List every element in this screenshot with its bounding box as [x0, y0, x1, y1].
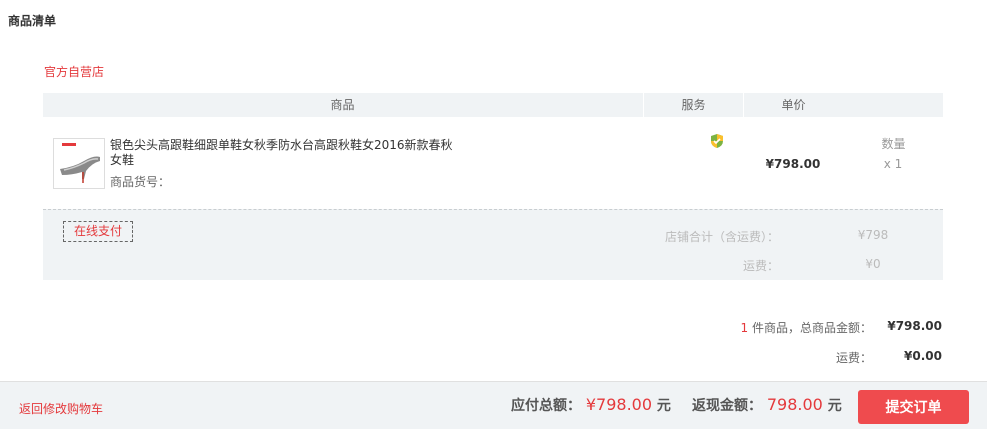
payable-label: 应付总额： [511, 398, 581, 414]
header-service: 服务 [643, 93, 743, 117]
cashback-label: 返现金额： [692, 398, 762, 414]
back-to-cart-link[interactable]: 返回修改购物车 [19, 400, 103, 417]
store-shipping-value: ¥0 [865, 257, 881, 271]
header-goods: 商品 [330, 98, 355, 112]
order-confirm-page: 商品清单 官方自营店 商品 服务 单价 数量 银色尖头高跟鞋细跟单鞋女秋季防水台… [0, 0, 987, 429]
payable-amount: ¥798.00 [585, 395, 653, 414]
quantity: x 1 [883, 157, 903, 171]
store-subtotal-label: 店铺合计（含运费）： [664, 230, 779, 244]
shield-icon[interactable] [709, 133, 725, 149]
store-name[interactable]: 官方自营店 [44, 63, 104, 80]
submit-order-button[interactable]: 提交订单 [858, 390, 969, 424]
bottom-bar: 返回修改购物车 应付总额： ¥798.00 元 返现金额： 798.00 元 提… [0, 381, 987, 429]
summary-count-line: 1 件商品，总商品金额： [741, 319, 872, 336]
header-price: 单价 [743, 93, 843, 117]
pay-method-button[interactable]: 在线支付 [63, 221, 134, 242]
cashback-total: 返现金额： 798.00 元 [692, 395, 842, 415]
product-title[interactable]: 银色尖头高跟鞋细跟单鞋女秋季防水台高跟秋鞋女2016新款春秋女鞋 [110, 138, 460, 168]
section-title: 商品清单 [8, 14, 57, 28]
item-count-suffix: 件商品，总商品金额： [748, 321, 872, 335]
store-shipping-label: 运费： [742, 259, 779, 273]
product-thumbnail[interactable] [53, 138, 105, 189]
store-footer: 在线支付 店铺合计（含运费）： ¥798 运费： ¥0 [43, 209, 943, 280]
unit-price: ¥798.00 [765, 157, 821, 171]
summary-shipping-value: ¥0.00 [904, 349, 942, 363]
summary-total-value: ¥798.00 [887, 319, 942, 333]
store-subtotal-value: ¥798 [857, 228, 889, 242]
cashback-amount: 798.00 [766, 395, 823, 414]
payable-unit: 元 [656, 398, 671, 414]
summary-shipping-label: 运费： [835, 351, 872, 365]
cashback-unit: 元 [827, 398, 842, 414]
product-code-label: 商品货号： [110, 175, 171, 189]
payable-total: 应付总额： ¥798.00 元 [511, 395, 671, 415]
table-header: 商品 服务 单价 数量 [43, 93, 943, 156]
product-row: 银色尖头高跟鞋细跟单鞋女秋季防水台高跟秋鞋女2016新款春秋女鞋 商品货号： ¥… [43, 118, 943, 209]
